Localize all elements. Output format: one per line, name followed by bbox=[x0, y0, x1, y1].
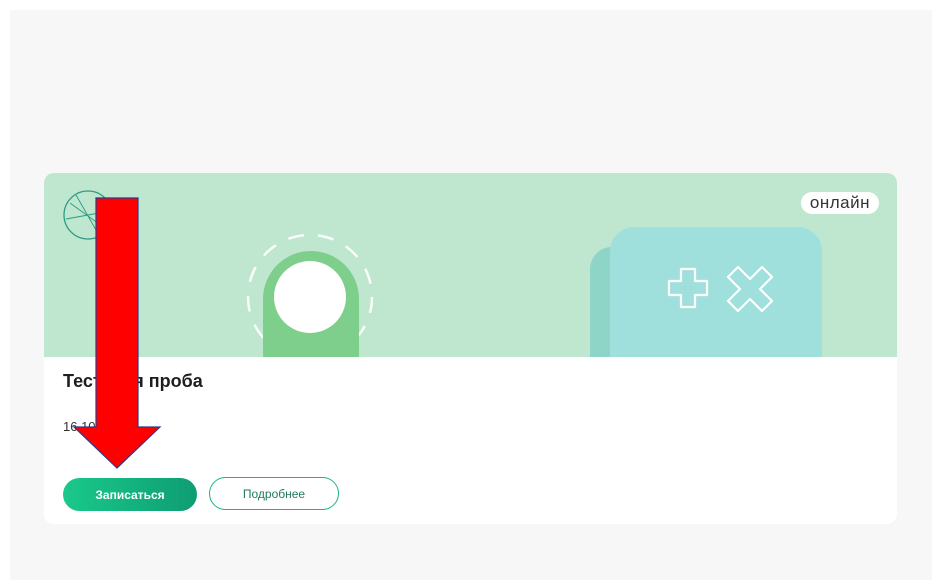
banner-illustration bbox=[246, 227, 822, 357]
green-tube-illustration bbox=[246, 233, 374, 357]
event-date: 16.10 bbox=[63, 419, 96, 434]
event-title: Тестовая проба bbox=[63, 371, 203, 391]
online-badge: онлайн bbox=[800, 192, 879, 214]
sign-up-button[interactable]: Записаться bbox=[63, 478, 197, 511]
event-banner: онлайн bbox=[44, 173, 897, 357]
details-button[interactable]: Подробнее bbox=[209, 477, 339, 510]
page-background: онлайн Тестовая проба 16.10 Записаться П… bbox=[10, 10, 932, 580]
event-card: онлайн Тестовая проба 16.10 Записаться П… bbox=[44, 173, 897, 524]
math-symbols-card-illustration bbox=[590, 227, 822, 357]
logo-icon bbox=[63, 190, 113, 240]
